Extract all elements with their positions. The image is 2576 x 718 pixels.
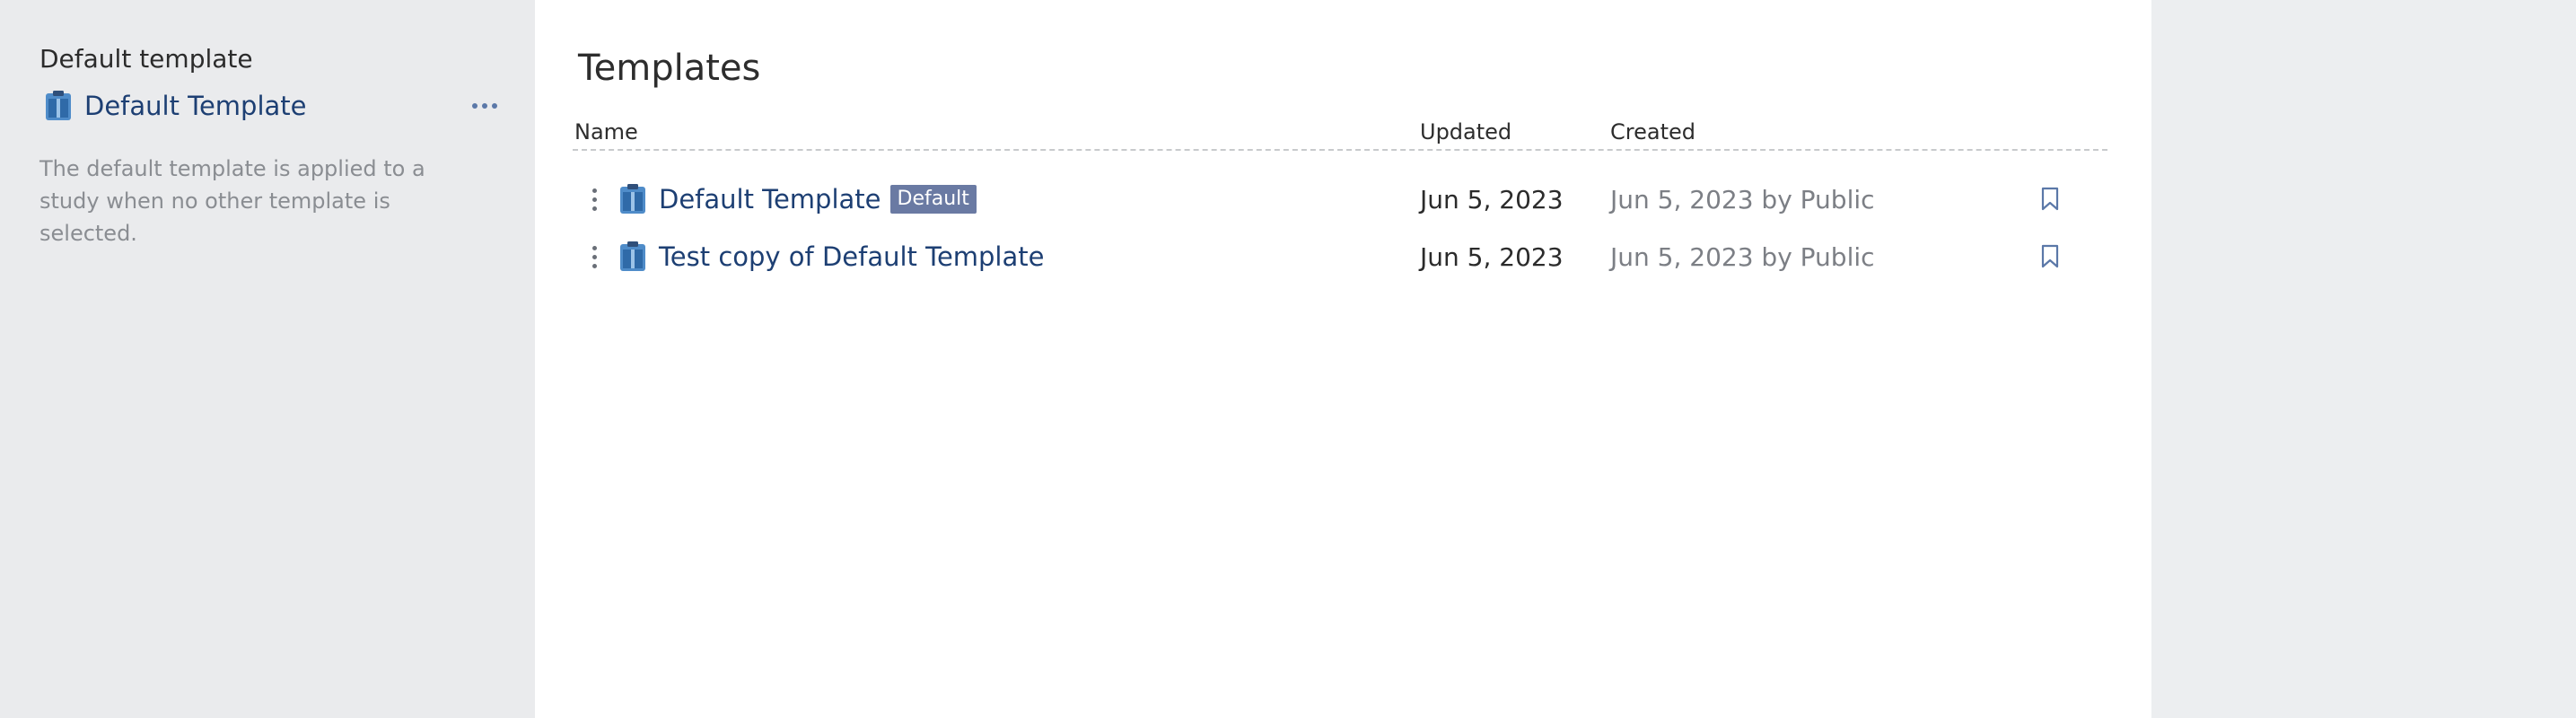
table-header: Name Updated Created bbox=[573, 115, 2107, 151]
dot bbox=[591, 254, 597, 259]
template-name-link[interactable]: Default Template bbox=[659, 184, 881, 215]
updated-date: Jun 5, 2023 bbox=[1420, 241, 1564, 272]
sidebar-description: The default template is applied to a stu… bbox=[39, 156, 425, 246]
right-gutter bbox=[2151, 0, 2576, 718]
dot bbox=[591, 263, 597, 268]
template-name-link[interactable]: Test copy of Default Template bbox=[659, 241, 1044, 272]
dot bbox=[482, 103, 487, 109]
updated-date: Jun 5, 2023 bbox=[1420, 184, 1564, 215]
more-vertical-icon[interactable] bbox=[585, 181, 603, 217]
created-info: Jun 5, 2023 by Public bbox=[1610, 241, 1875, 272]
table-row: Test copy of Default Template Jun 5, 202… bbox=[573, 228, 2107, 285]
dot bbox=[591, 197, 597, 202]
clipboard-template-icon bbox=[619, 184, 646, 215]
more-vertical-icon[interactable] bbox=[585, 239, 603, 275]
clipboard-template-icon bbox=[45, 91, 72, 121]
default-template-row: Default Template bbox=[39, 88, 497, 124]
sidebar: Default template Default Template The de… bbox=[0, 0, 535, 718]
clipboard-template-icon bbox=[619, 241, 646, 272]
dot bbox=[591, 206, 597, 211]
templates-table: Name Updated Created Default Template De… bbox=[573, 115, 2107, 285]
name-cell: Default Template Default bbox=[573, 181, 1420, 217]
column-header-name[interactable]: Name bbox=[573, 119, 1420, 144]
dot bbox=[472, 103, 478, 109]
page-title: Templates bbox=[578, 48, 761, 89]
app-root: Default template Default Template The de… bbox=[0, 0, 2576, 718]
table-body: Default Template Default Jun 5, 2023 Jun… bbox=[573, 151, 2107, 285]
dot bbox=[492, 103, 497, 109]
dot bbox=[591, 188, 597, 193]
table-row: Default Template Default Jun 5, 2023 Jun… bbox=[573, 171, 2107, 228]
column-header-created[interactable]: Created bbox=[1610, 119, 2050, 144]
column-header-updated[interactable]: Updated bbox=[1420, 119, 1610, 144]
default-template-link[interactable]: Default Template bbox=[84, 88, 307, 124]
bookmark-icon[interactable] bbox=[2032, 239, 2068, 275]
sidebar-heading: Default template bbox=[39, 44, 253, 74]
name-cell: Test copy of Default Template bbox=[573, 239, 1420, 275]
dot bbox=[591, 245, 597, 250]
more-horizontal-icon[interactable] bbox=[467, 88, 503, 124]
default-badge: Default bbox=[889, 185, 977, 214]
templates-panel: Templates Name Updated Created Default T… bbox=[535, 0, 2151, 718]
bookmark-icon[interactable] bbox=[2032, 181, 2068, 217]
created-info: Jun 5, 2023 by Public bbox=[1610, 184, 1875, 215]
